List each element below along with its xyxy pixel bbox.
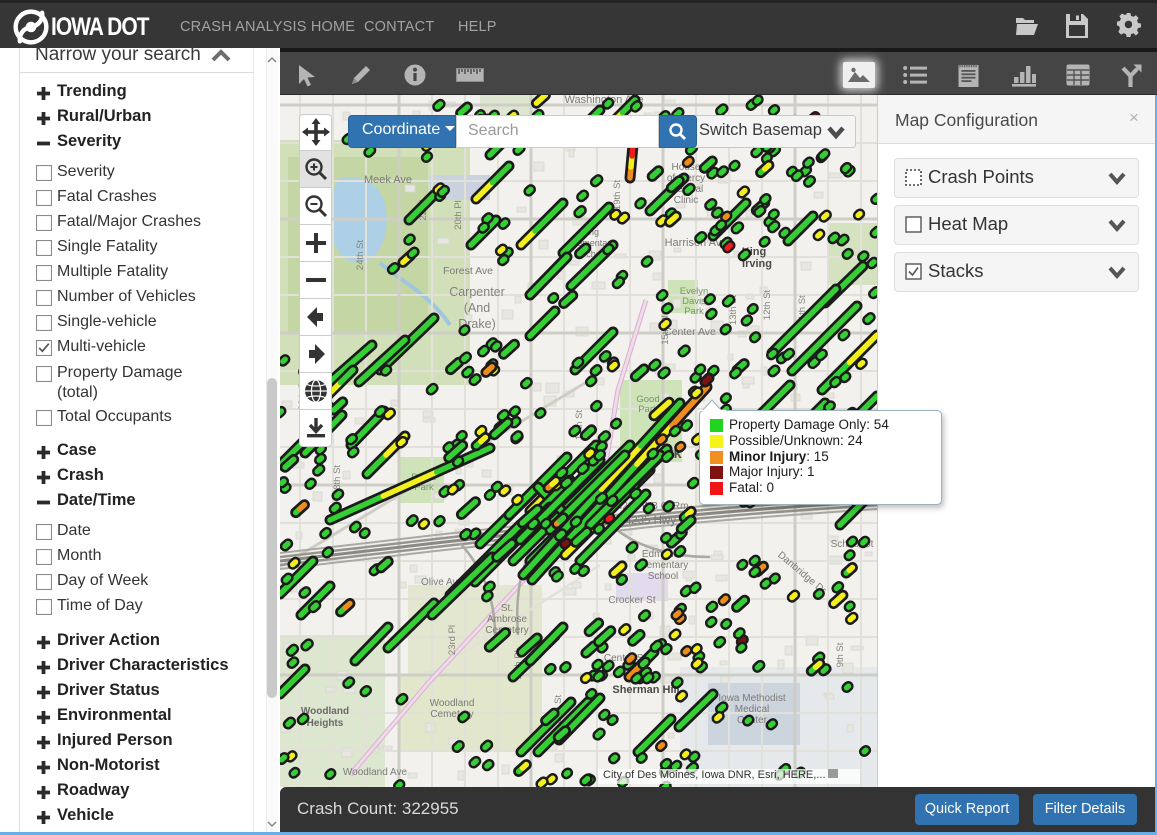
svg-text:Ambrose: Ambrose xyxy=(487,614,527,625)
svg-text:Medical: Medical xyxy=(735,704,769,715)
svg-text:Heights: Heights xyxy=(307,718,344,729)
svg-text:I235 Hwy: I235 Hwy xyxy=(628,515,676,527)
svg-text:Center Ave: Center Ave xyxy=(664,326,716,338)
svg-text:23rd Pl: 23rd Pl xyxy=(447,625,458,655)
svg-text:20th Pl: 20th Pl xyxy=(453,200,464,230)
svg-text:School: School xyxy=(648,571,679,582)
svg-text:Crocker St: Crocker St xyxy=(608,595,655,606)
svg-text:Clinic: Clinic xyxy=(674,195,698,206)
svg-text:9th St: 9th St xyxy=(835,642,846,667)
svg-text:Sherman Hill: Sherman Hill xyxy=(612,684,679,696)
svg-text:Park: Park xyxy=(684,306,704,317)
svg-text:Forest Ave: Forest Ave xyxy=(443,265,493,277)
svg-text:Iowa Methodist: Iowa Methodist xyxy=(718,693,785,704)
svg-text:St.: St. xyxy=(501,603,513,614)
svg-text:Meek Ave: Meek Ave xyxy=(364,174,412,186)
svg-text:Woodland: Woodland xyxy=(430,698,475,709)
svg-text:(And: (And xyxy=(464,301,490,315)
svg-text:Carpenter: Carpenter xyxy=(449,285,505,299)
svg-text:Woodland Ave: Woodland Ave xyxy=(343,767,408,778)
svg-text:12th St: 12th St xyxy=(762,290,773,320)
svg-text:24th St: 24th St xyxy=(355,240,366,270)
